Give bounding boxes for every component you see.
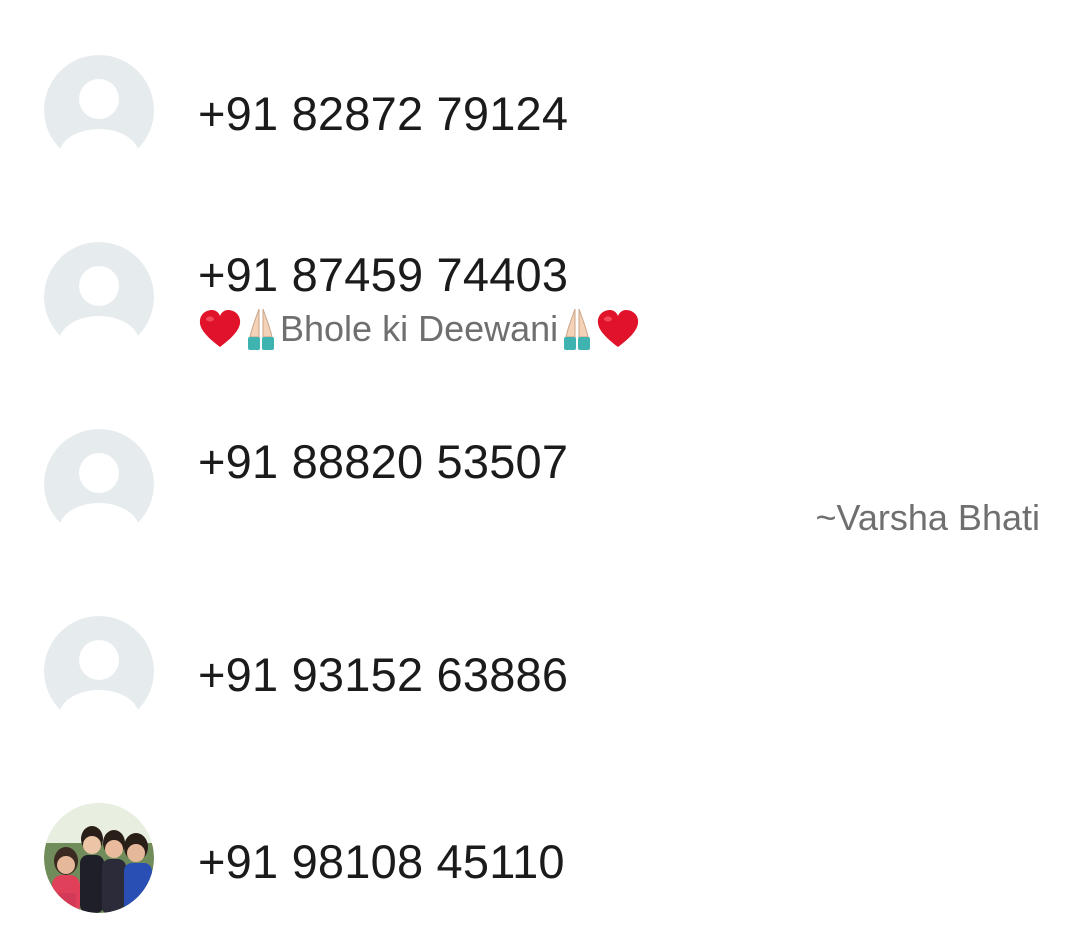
- contact-row[interactable]: +91 93152 63886: [0, 577, 1080, 764]
- contact-phone: +91 93152 63886: [198, 648, 569, 701]
- red-heart-icon: [198, 309, 242, 349]
- contact-row[interactable]: +91 82872 79124: [0, 16, 1080, 203]
- folded-hands-icon: [558, 307, 596, 351]
- default-avatar-icon[interactable]: [44, 616, 154, 726]
- contact-push-name: ~Varsha Bhati: [815, 497, 1040, 538]
- red-heart-icon: [596, 309, 640, 349]
- contact-phone: +91 88820 53507: [198, 435, 569, 488]
- contact-row[interactable]: +91 98108 45110: [0, 764, 1080, 949]
- photo-avatar[interactable]: [44, 803, 154, 913]
- contact-phone: +91 82872 79124: [198, 87, 569, 140]
- default-avatar-icon[interactable]: [44, 429, 154, 539]
- default-avatar-icon[interactable]: [44, 55, 154, 165]
- default-avatar-icon[interactable]: [44, 242, 154, 352]
- folded-hands-icon: [242, 307, 280, 351]
- about-text: Bhole ki Deewani: [280, 308, 559, 349]
- contact-row[interactable]: +91 87459 74403 Bhole ki Deewani: [0, 203, 1080, 390]
- contact-phone: +91 87459 74403: [198, 248, 569, 301]
- contact-phone: +91 98108 45110: [198, 835, 565, 888]
- contact-about: Bhole ki Deewani: [198, 307, 640, 351]
- contact-row[interactable]: +91 88820 53507 ~Varsha Bhati: [0, 390, 1080, 577]
- contact-list: +91 82872 79124 +91 87459 74403 Bhole ki…: [0, 0, 1080, 949]
